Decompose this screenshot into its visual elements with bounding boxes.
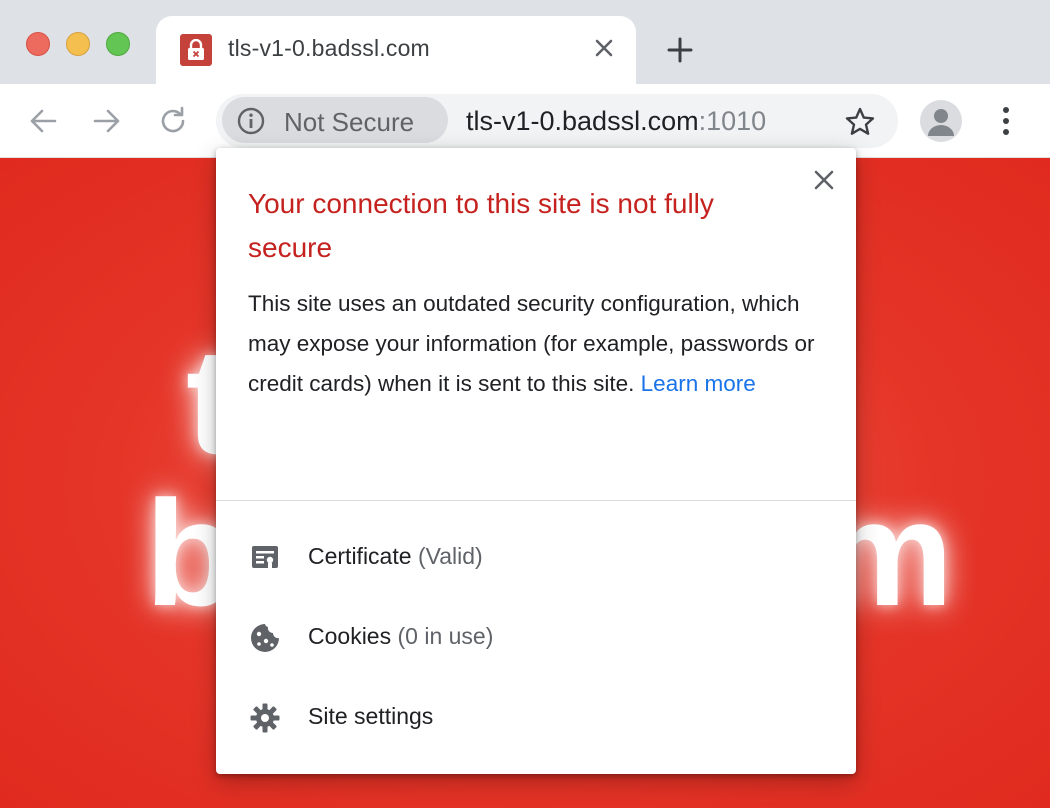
toolbar: Not Secure tls-v1-0.badssl.com:1010 bbox=[0, 84, 1050, 158]
site-settings-row[interactable]: Site settings bbox=[216, 686, 856, 750]
tab-strip: tls-v1-0.badssl.com bbox=[0, 0, 1050, 86]
window-close-button[interactable] bbox=[26, 32, 50, 56]
popup-close-icon[interactable] bbox=[812, 168, 836, 192]
tab-title: tls-v1-0.badssl.com bbox=[228, 35, 430, 61]
new-tab-plus-icon[interactable] bbox=[664, 34, 696, 66]
certificate-row[interactable]: Certificate (Valid) bbox=[216, 526, 856, 590]
back-arrow-icon[interactable] bbox=[26, 104, 60, 138]
lock-icon bbox=[180, 34, 212, 66]
url-host: tls-v1-0.badssl.com bbox=[466, 106, 699, 136]
security-chip-label: Not Secure bbox=[284, 107, 415, 137]
tab-active[interactable]: tls-v1-0.badssl.com bbox=[156, 16, 636, 86]
address-bar[interactable]: Not Secure tls-v1-0.badssl.com:1010 bbox=[216, 94, 898, 148]
certificate-text: Certificate bbox=[308, 543, 412, 569]
popup-title: Your connection to this site is not full… bbox=[248, 188, 714, 263]
certificate-icon bbox=[249, 542, 281, 574]
cookies-count: (0 in use) bbox=[397, 623, 494, 649]
url-text[interactable]: tls-v1-0.badssl.com:1010 bbox=[466, 106, 766, 137]
divider bbox=[216, 500, 856, 501]
cookies-row[interactable]: Cookies (0 in use) bbox=[216, 606, 856, 670]
page-info-popup: Your connection to this site is not full… bbox=[216, 148, 856, 774]
bookmark-star-icon[interactable] bbox=[844, 106, 876, 143]
certificate-status: (Valid) bbox=[417, 543, 483, 569]
profile-avatar-icon[interactable] bbox=[920, 100, 962, 142]
cookies-label: Cookies (0 in use) bbox=[308, 623, 493, 650]
window-minimize-button[interactable] bbox=[66, 32, 90, 56]
url-port: :1010 bbox=[698, 106, 767, 136]
more-vertical-icon[interactable] bbox=[990, 104, 1022, 138]
info-icon bbox=[236, 106, 266, 141]
tab-close-icon[interactable] bbox=[590, 34, 618, 62]
certificate-label: Certificate (Valid) bbox=[308, 543, 483, 570]
cookie-icon bbox=[249, 622, 281, 654]
cookies-text: Cookies bbox=[308, 623, 392, 649]
gear-icon bbox=[249, 702, 281, 734]
window-zoom-button[interactable] bbox=[106, 32, 130, 56]
security-chip[interactable]: Not Secure bbox=[222, 97, 448, 143]
reload-icon[interactable] bbox=[156, 104, 190, 138]
forward-arrow-icon[interactable] bbox=[90, 104, 124, 138]
learn-more-link[interactable]: Learn more bbox=[641, 371, 756, 396]
popup-description: This site uses an outdated security conf… bbox=[248, 284, 828, 404]
site-settings-label: Site settings bbox=[308, 703, 434, 729]
